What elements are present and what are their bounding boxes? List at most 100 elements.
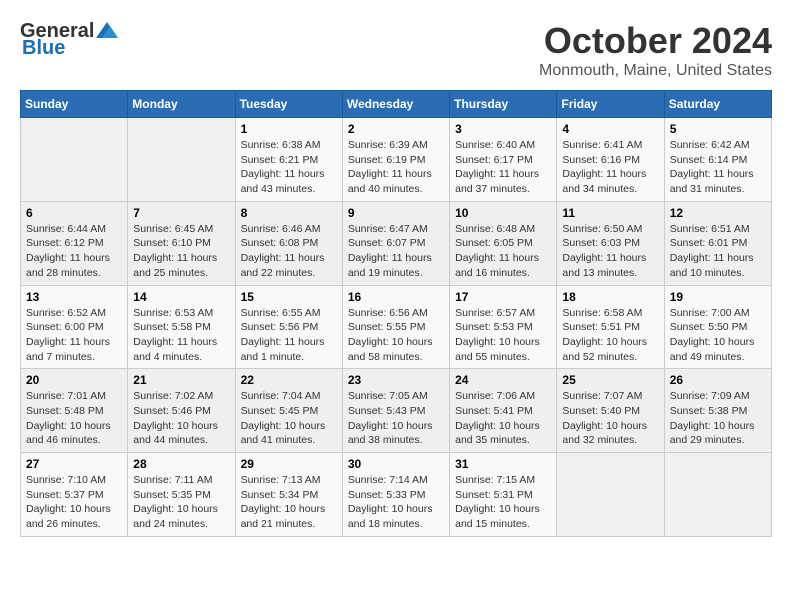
day-info: Sunrise: 6:56 AM Sunset: 5:55 PM Dayligh…: [348, 306, 444, 365]
day-info: Sunrise: 7:01 AM Sunset: 5:48 PM Dayligh…: [26, 389, 122, 448]
table-row: 24 Sunrise: 7:06 AM Sunset: 5:41 PM Dayli…: [450, 369, 557, 453]
table-row: 23 Sunrise: 7:05 AM Sunset: 5:43 PM Dayli…: [342, 369, 449, 453]
day-info: Sunrise: 6:48 AM Sunset: 6:05 PM Dayligh…: [455, 222, 551, 281]
calendar-week-5: 27 Sunrise: 7:10 AM Sunset: 5:37 PM Dayli…: [21, 453, 772, 537]
day-number: 1: [241, 122, 337, 136]
day-number: 18: [562, 290, 658, 304]
table-row: 14Sunrise: 6:53 AM Sunset: 5:58 PM Dayli…: [128, 285, 235, 369]
table-row: [21, 118, 128, 202]
page-header: General Blue October 2024 Monmouth, Main…: [20, 20, 772, 80]
day-info: Sunrise: 6:41 AM Sunset: 6:16 PM Dayligh…: [562, 138, 658, 197]
day-info: Sunrise: 7:07 AM Sunset: 5:40 PM Dayligh…: [562, 389, 658, 448]
table-row: 9 Sunrise: 6:47 AM Sunset: 6:07 PM Daylig…: [342, 201, 449, 285]
day-number: 9: [348, 206, 444, 220]
table-row: 20 Sunrise: 7:01 AM Sunset: 5:48 PM Dayli…: [21, 369, 128, 453]
table-row: 6Sunrise: 6:44 AM Sunset: 6:12 PM Daylig…: [21, 201, 128, 285]
table-row: 8 Sunrise: 6:46 AM Sunset: 6:08 PM Daylig…: [235, 201, 342, 285]
day-info: Sunrise: 7:09 AM Sunset: 5:38 PM Dayligh…: [670, 389, 766, 448]
day-number: 21: [133, 373, 229, 387]
table-row: 15Sunrise: 6:55 AM Sunset: 5:56 PM Dayli…: [235, 285, 342, 369]
table-row: 3Sunrise: 6:40 AM Sunset: 6:17 PM Daylig…: [450, 118, 557, 202]
day-number: 24: [455, 373, 551, 387]
day-number: 16: [348, 290, 444, 304]
table-row: 19 Sunrise: 7:00 AM Sunset: 5:50 PM Dayli…: [664, 285, 771, 369]
day-number: 30: [348, 457, 444, 471]
table-row: 26 Sunrise: 7:09 AM Sunset: 5:38 PM Dayli…: [664, 369, 771, 453]
logo-icon: [96, 22, 118, 38]
table-row: 11 Sunrise: 6:50 AM Sunset: 6:03 PM Dayli…: [557, 201, 664, 285]
table-row: [557, 453, 664, 537]
table-row: 28 Sunrise: 7:11 AM Sunset: 5:35 PM Dayli…: [128, 453, 235, 537]
logo-blue-text: Blue: [22, 37, 65, 60]
table-row: 29 Sunrise: 7:13 AM Sunset: 5:34 PM Dayli…: [235, 453, 342, 537]
calendar-table: Sunday Monday Tuesday Wednesday Thursday…: [20, 90, 772, 537]
day-number: 29: [241, 457, 337, 471]
day-info: Sunrise: 7:02 AM Sunset: 5:46 PM Dayligh…: [133, 389, 229, 448]
day-info: Sunrise: 7:06 AM Sunset: 5:41 PM Dayligh…: [455, 389, 551, 448]
table-row: 2Sunrise: 6:39 AM Sunset: 6:19 PM Daylig…: [342, 118, 449, 202]
table-row: 16 Sunrise: 6:56 AM Sunset: 5:55 PM Dayli…: [342, 285, 449, 369]
day-info: Sunrise: 6:58 AM Sunset: 5:51 PM Dayligh…: [562, 306, 658, 365]
day-number: 6: [26, 206, 122, 220]
day-number: 4: [562, 122, 658, 136]
day-number: 22: [241, 373, 337, 387]
table-row: 30 Sunrise: 7:14 AM Sunset: 5:33 PM Dayli…: [342, 453, 449, 537]
day-number: 25: [562, 373, 658, 387]
day-info: Sunrise: 6:39 AM Sunset: 6:19 PM Dayligh…: [348, 138, 444, 197]
day-info: Sunrise: 7:05 AM Sunset: 5:43 PM Dayligh…: [348, 389, 444, 448]
day-info: Sunrise: 6:52 AM Sunset: 6:00 PM Dayligh…: [26, 306, 122, 365]
table-row: 12Sunrise: 6:51 AM Sunset: 6:01 PM Dayli…: [664, 201, 771, 285]
table-row: 10 Sunrise: 6:48 AM Sunset: 6:05 PM Dayli…: [450, 201, 557, 285]
header-saturday: Saturday: [664, 91, 771, 118]
day-number: 10: [455, 206, 551, 220]
day-number: 27: [26, 457, 122, 471]
day-number: 17: [455, 290, 551, 304]
table-row: 17 Sunrise: 6:57 AM Sunset: 5:53 PM Dayli…: [450, 285, 557, 369]
day-info: Sunrise: 6:45 AM Sunset: 6:10 PM Dayligh…: [133, 222, 229, 281]
day-number: 23: [348, 373, 444, 387]
table-row: 27 Sunrise: 7:10 AM Sunset: 5:37 PM Dayli…: [21, 453, 128, 537]
table-row: 4 Sunrise: 6:41 AM Sunset: 6:16 PM Daylig…: [557, 118, 664, 202]
day-number: 20: [26, 373, 122, 387]
day-info: Sunrise: 6:47 AM Sunset: 6:07 PM Dayligh…: [348, 222, 444, 281]
day-info: Sunrise: 7:13 AM Sunset: 5:34 PM Dayligh…: [241, 473, 337, 532]
table-row: 13 Sunrise: 6:52 AM Sunset: 6:00 PM Dayli…: [21, 285, 128, 369]
calendar-week-1: 1Sunrise: 6:38 AM Sunset: 6:21 PM Daylig…: [21, 118, 772, 202]
day-number: 8: [241, 206, 337, 220]
day-number: 13: [26, 290, 122, 304]
header-sunday: Sunday: [21, 91, 128, 118]
header-monday: Monday: [128, 91, 235, 118]
day-info: Sunrise: 7:10 AM Sunset: 5:37 PM Dayligh…: [26, 473, 122, 532]
table-row: 18 Sunrise: 6:58 AM Sunset: 5:51 PM Dayli…: [557, 285, 664, 369]
day-number: 19: [670, 290, 766, 304]
day-info: Sunrise: 6:50 AM Sunset: 6:03 PM Dayligh…: [562, 222, 658, 281]
day-number: 14: [133, 290, 229, 304]
day-info: Sunrise: 7:00 AM Sunset: 5:50 PM Dayligh…: [670, 306, 766, 365]
header-wednesday: Wednesday: [342, 91, 449, 118]
table-row: 1Sunrise: 6:38 AM Sunset: 6:21 PM Daylig…: [235, 118, 342, 202]
header-thursday: Thursday: [450, 91, 557, 118]
day-number: 28: [133, 457, 229, 471]
day-number: 12: [670, 206, 766, 220]
day-info: Sunrise: 7:14 AM Sunset: 5:33 PM Dayligh…: [348, 473, 444, 532]
logo: General Blue: [20, 20, 118, 60]
table-row: 31Sunrise: 7:15 AM Sunset: 5:31 PM Dayli…: [450, 453, 557, 537]
day-info: Sunrise: 6:57 AM Sunset: 5:53 PM Dayligh…: [455, 306, 551, 365]
day-number: 11: [562, 206, 658, 220]
table-row: 21 Sunrise: 7:02 AM Sunset: 5:46 PM Dayli…: [128, 369, 235, 453]
day-info: Sunrise: 7:04 AM Sunset: 5:45 PM Dayligh…: [241, 389, 337, 448]
day-number: 7: [133, 206, 229, 220]
table-row: 7 Sunrise: 6:45 AM Sunset: 6:10 PM Daylig…: [128, 201, 235, 285]
title-section: October 2024 Monmouth, Maine, United Sta…: [539, 20, 772, 80]
day-number: 31: [455, 457, 551, 471]
day-number: 3: [455, 122, 551, 136]
day-number: 26: [670, 373, 766, 387]
table-row: 22 Sunrise: 7:04 AM Sunset: 5:45 PM Dayli…: [235, 369, 342, 453]
day-info: Sunrise: 6:55 AM Sunset: 5:56 PM Dayligh…: [241, 306, 337, 365]
day-info: Sunrise: 6:46 AM Sunset: 6:08 PM Dayligh…: [241, 222, 337, 281]
calendar-week-3: 13 Sunrise: 6:52 AM Sunset: 6:00 PM Dayli…: [21, 285, 772, 369]
header-friday: Friday: [557, 91, 664, 118]
table-row: 5Sunrise: 6:42 AM Sunset: 6:14 PM Daylig…: [664, 118, 771, 202]
day-info: Sunrise: 7:11 AM Sunset: 5:35 PM Dayligh…: [133, 473, 229, 532]
table-row: [128, 118, 235, 202]
